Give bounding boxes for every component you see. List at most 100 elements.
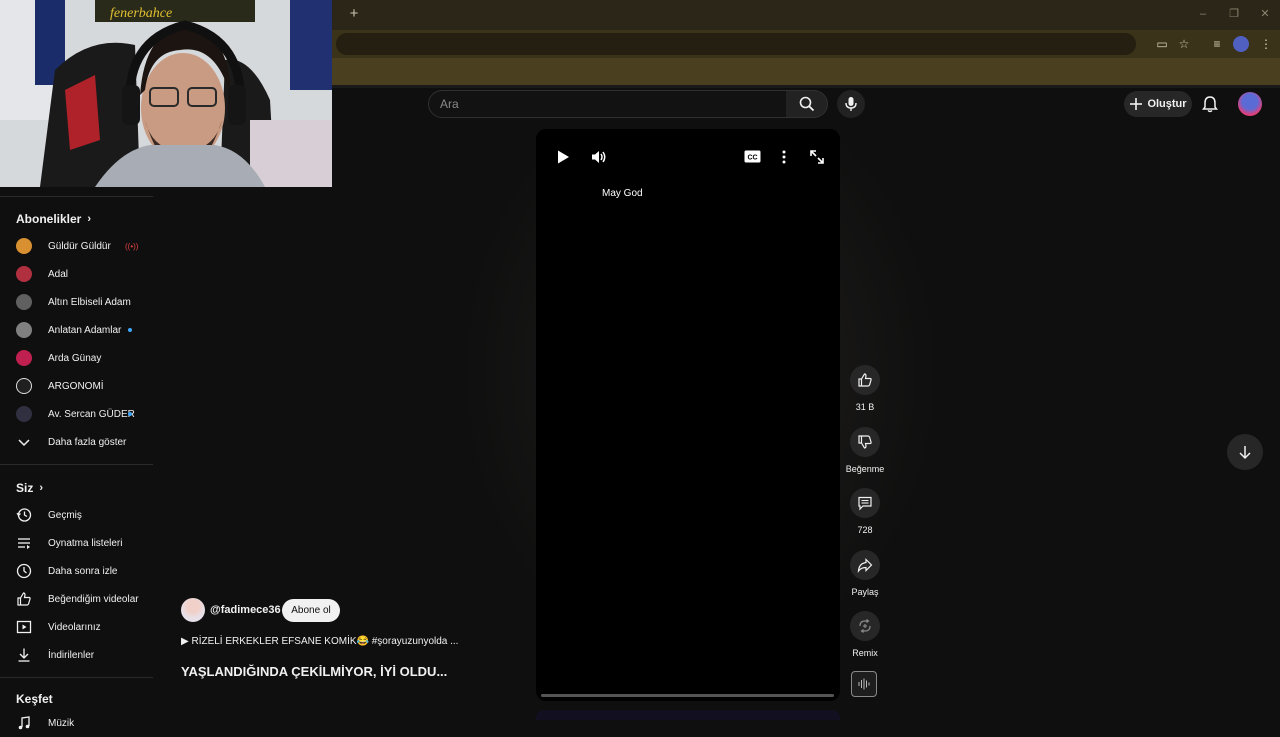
remix-label: Remix [852, 648, 878, 658]
channel-avatar [16, 238, 32, 254]
share-label: Paylaş [851, 587, 879, 597]
you-header[interactable]: Siz › [16, 481, 43, 495]
create-button[interactable]: Oluştur [1124, 91, 1192, 117]
video-description[interactable]: ▶ RİZELİ ERKEKLER EFSANE KOMİK😂 #şorayuz… [181, 636, 458, 647]
sidebar-channel-adal[interactable]: Adal [0, 260, 153, 288]
new-content-dot [128, 328, 132, 332]
like-count: 31 B [855, 402, 875, 412]
sidebar-channel-anlatan-adamlar[interactable]: Anlatan Adamlar [0, 316, 153, 344]
sidebar-item-label: Videolarınız [48, 621, 101, 633]
remix-button[interactable]: Remix [844, 611, 886, 658]
sidebar-item-label: Geçmiş [48, 509, 82, 521]
show-more-label: Daha fazla göster [48, 436, 127, 448]
address-bar[interactable] [336, 33, 1136, 55]
more-options-button[interactable] [777, 148, 791, 166]
sidebar-item-label: Daha sonra izle [48, 565, 118, 577]
search-icon [799, 96, 814, 112]
sidebar-channel-guldur-guldur[interactable]: Güldür Güldür ((•)) [0, 232, 153, 260]
sidebar-channel-argonomi[interactable]: ARGONOMİ [0, 372, 153, 400]
volume-icon [592, 151, 606, 163]
you-title: Siz [16, 481, 34, 495]
fullscreen-button[interactable] [808, 148, 826, 166]
bell-icon [1202, 96, 1218, 113]
webcam-overlay: fenerbahce [0, 0, 332, 187]
close-window-icon[interactable]: ✕ [1258, 7, 1272, 21]
sidebar-channel-altin-elbiseli-adam[interactable]: Altın Elbiseli Adam [0, 288, 153, 316]
explore-header: Keşfet [16, 692, 53, 706]
channel-avatar [16, 322, 32, 338]
channel-label: Anlatan Adamlar [48, 324, 122, 336]
create-label: Oluştur [1147, 98, 1187, 110]
more-vertical-icon [782, 150, 786, 164]
search-button[interactable] [786, 90, 828, 118]
browser-menu-icon[interactable]: ⋮ [1258, 36, 1274, 52]
sidebar-divider [0, 464, 153, 465]
search-input[interactable]: Ara [428, 90, 788, 118]
account-avatar[interactable] [1238, 92, 1262, 116]
comment-count: 728 [857, 525, 873, 535]
restore-icon[interactable]: ❐ [1227, 7, 1241, 21]
media-control-icon[interactable]: ≡ [1209, 36, 1225, 52]
sound-button[interactable] [851, 671, 877, 697]
next-video-button[interactable] [1227, 434, 1263, 470]
channel-avatar [16, 266, 32, 282]
sidebar-item-downloads[interactable]: İndirilenler [0, 641, 153, 669]
chevron-right-icon: › [39, 482, 44, 494]
music-icon [18, 716, 30, 730]
comment-icon [858, 496, 872, 511]
subscriptions-header[interactable]: Abonelikler › [16, 212, 91, 226]
sidebar-channel-av-sercan-guder[interactable]: Av. Sercan GÜDER [0, 400, 153, 428]
profile-icon[interactable] [1233, 36, 1249, 52]
video-icon [16, 620, 32, 634]
sidebar-item-liked-videos[interactable]: Beğendiğim videolar [0, 585, 153, 613]
chevron-right-icon: › [87, 213, 92, 225]
chevron-down-icon [18, 439, 30, 447]
notifications-button[interactable] [1200, 94, 1220, 114]
subscribe-button[interactable]: Abone ol [282, 599, 340, 622]
channel-avatar [16, 350, 32, 366]
channel-label: Altın Elbiseli Adam [48, 296, 131, 308]
clock-icon [16, 563, 32, 579]
play-icon [558, 150, 569, 164]
minimize-icon[interactable]: – [1196, 7, 1210, 21]
like-button[interactable]: 31 B [844, 365, 886, 412]
channel-name[interactable]: @fadimece36 [210, 604, 281, 616]
sidebar-item-music[interactable]: Müzik [0, 709, 153, 737]
video-title: YAŞLANDIĞINDA ÇEKİLMİYOR, İYİ OLDU... [181, 664, 448, 679]
channel-avatar [16, 378, 32, 394]
sidebar-item-playlists[interactable]: Oynatma listeleri [0, 529, 153, 557]
webcam-image: fenerbahce [0, 0, 332, 187]
channel-avatar[interactable] [181, 598, 205, 622]
sidebar-channel-arda-gunay[interactable]: Arda Günay [0, 344, 153, 372]
sidebar-item-history[interactable]: Geçmiş [0, 501, 153, 529]
show-more-button[interactable]: Daha fazla göster [0, 428, 153, 456]
sidebar-item-label: Oynatma listeleri [48, 537, 123, 549]
new-tab-button[interactable]: + [346, 6, 362, 22]
sidebar: Abonelikler › Güldür Güldür ((•)) Adal A… [0, 187, 153, 730]
remix-icon [859, 619, 871, 633]
sidebar-divider [0, 677, 153, 678]
install-app-icon[interactable]: ▭ [1154, 36, 1170, 52]
volume-button[interactable] [590, 148, 608, 166]
bookmark-star-icon[interactable]: ☆ [1176, 36, 1192, 52]
audio-waveform-icon [858, 678, 870, 690]
comments-button[interactable]: 728 [844, 488, 886, 535]
arrow-down-icon [1239, 446, 1251, 460]
svg-text:fenerbahce: fenerbahce [110, 6, 172, 21]
share-button[interactable]: Paylaş [844, 550, 886, 597]
channel-label: Adal [48, 268, 69, 280]
progress-bar[interactable] [541, 694, 834, 697]
subscriptions-title: Abonelikler [16, 212, 82, 226]
sidebar-item-your-videos[interactable]: Videolarınız [0, 613, 153, 641]
sidebar-divider [0, 196, 153, 197]
sidebar-item-watch-later[interactable]: Daha sonra izle [0, 557, 153, 585]
sidebar-item-label: Müzik [48, 717, 75, 729]
channel-label: ARGONOMİ [48, 380, 104, 392]
captions-button[interactable]: CC [744, 150, 761, 163]
next-short-preview[interactable] [536, 710, 840, 720]
play-button[interactable] [554, 148, 572, 166]
shorts-player[interactable] [536, 129, 840, 701]
voice-search-button[interactable] [837, 90, 865, 118]
dislike-button[interactable]: Beğenme [844, 427, 886, 474]
channel-label: Av. Sercan GÜDER [48, 408, 135, 420]
